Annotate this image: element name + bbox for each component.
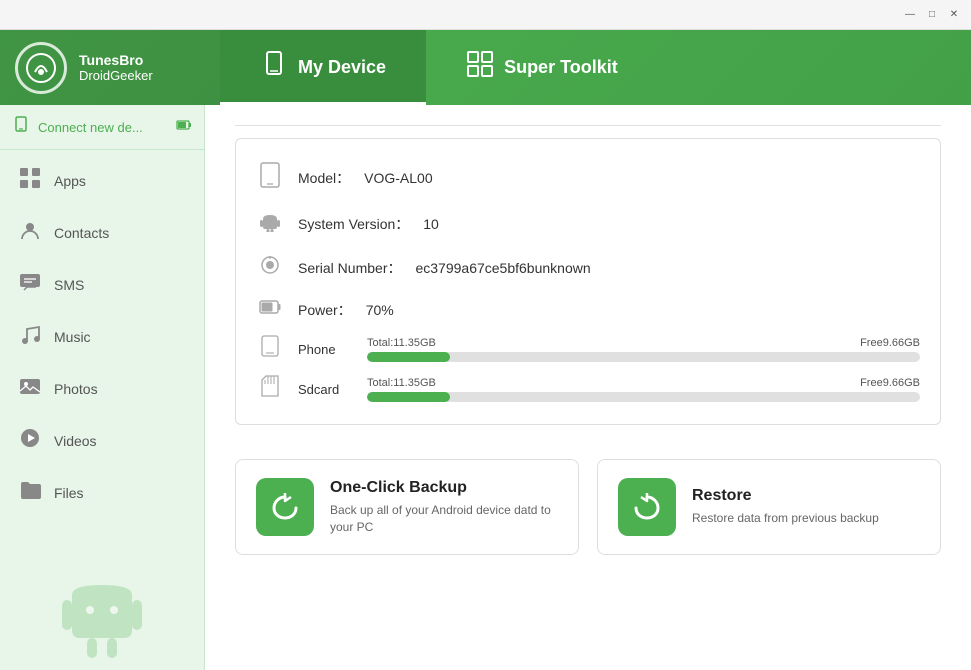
restore-desc: Restore data from previous backup bbox=[692, 510, 879, 527]
connect-label: Connect new de... bbox=[38, 120, 168, 135]
sidebar-item-music[interactable]: Music bbox=[0, 311, 204, 363]
power-label: Power： bbox=[298, 300, 352, 320]
content-area: Model： VOG-AL00 System Version： bbox=[205, 105, 971, 670]
model-row: Model： VOG-AL00 bbox=[256, 154, 920, 202]
battery-power-icon bbox=[256, 298, 284, 321]
backup-text: One-Click Backup Back up all of your And… bbox=[330, 479, 558, 536]
nav-tabs: My Device Super Toolkit bbox=[220, 30, 971, 105]
restore-icon bbox=[618, 478, 676, 536]
sdcard-meta: Total:11.35GB Free9.66GB bbox=[367, 377, 920, 389]
logo-icon bbox=[15, 42, 67, 94]
sidebar-item-photos[interactable]: Photos bbox=[0, 363, 204, 415]
photos-icon bbox=[18, 375, 42, 403]
sdcard-label: Sdcard bbox=[298, 382, 353, 397]
power-value: 70% bbox=[366, 302, 394, 318]
sdcard-total: Total:11.35GB bbox=[367, 377, 436, 389]
tab-super-toolkit[interactable]: Super Toolkit bbox=[426, 30, 658, 105]
model-value: VOG-AL00 bbox=[364, 170, 432, 186]
system-label: System Version： bbox=[298, 214, 409, 234]
super-toolkit-label: Super Toolkit bbox=[504, 57, 618, 78]
title-bar: — □ ✕ bbox=[0, 0, 971, 30]
main-layout: Connect new de... bbox=[0, 105, 971, 670]
files-label: Files bbox=[54, 485, 84, 501]
header: TunesBro DroidGeeker My Device bbox=[0, 30, 971, 105]
serial-value: ec3799a67ce5bf6bunknown bbox=[415, 260, 590, 276]
power-row: Power： 70% bbox=[256, 290, 920, 329]
photos-label: Photos bbox=[54, 381, 98, 397]
backup-title: One-Click Backup bbox=[330, 479, 558, 497]
phone-storage-bar bbox=[367, 352, 920, 362]
files-icon bbox=[18, 479, 42, 507]
sdcard-icon bbox=[256, 375, 284, 403]
contacts-label: Contacts bbox=[54, 225, 109, 241]
device-info-card: Model： VOG-AL00 System Version： bbox=[235, 138, 941, 425]
apps-icon bbox=[18, 167, 42, 195]
backup-card[interactable]: One-Click Backup Back up all of your And… bbox=[235, 459, 579, 555]
sdcard-bar-wrap: Total:11.35GB Free9.66GB bbox=[367, 377, 920, 402]
window-controls: — □ ✕ bbox=[903, 8, 961, 22]
storage-sdcard-row: Sdcard Total:11.35GB Free9.66GB bbox=[256, 369, 920, 409]
videos-label: Videos bbox=[54, 433, 97, 449]
logo-area: TunesBro DroidGeeker bbox=[0, 30, 220, 105]
battery-icon bbox=[176, 117, 192, 138]
sidebar-nav: Apps Contacts bbox=[0, 150, 204, 550]
apps-label: Apps bbox=[54, 173, 86, 189]
sdcard-bar-fill bbox=[367, 392, 450, 402]
model-label: Model： bbox=[298, 168, 350, 188]
super-toolkit-icon bbox=[466, 50, 494, 85]
phone-storage-bar-wrap: Total:11.35GB Free9.66GB bbox=[367, 337, 920, 362]
serial-label: Serial Number： bbox=[298, 258, 401, 278]
sidebar-item-apps[interactable]: Apps bbox=[0, 155, 204, 207]
videos-icon bbox=[18, 427, 42, 455]
android-icon bbox=[256, 210, 284, 238]
minimize-button[interactable]: — bbox=[903, 8, 917, 22]
sdcard-free: Free9.66GB bbox=[860, 377, 920, 389]
sdcard-storage-bar bbox=[367, 392, 920, 402]
phone-storage-icon bbox=[256, 335, 284, 363]
contacts-icon bbox=[18, 219, 42, 247]
top-divider bbox=[235, 125, 941, 126]
tab-my-device[interactable]: My Device bbox=[220, 30, 426, 105]
backup-desc: Back up all of your Android device datd … bbox=[330, 502, 558, 536]
storage-phone-row: Phone Total:11.35GB Free9.66GB bbox=[256, 329, 920, 369]
my-device-label: My Device bbox=[298, 57, 386, 78]
restore-text: Restore Restore data from previous backu… bbox=[692, 487, 879, 527]
sidebar: Connect new de... bbox=[0, 105, 205, 670]
brand-name: TunesBro bbox=[79, 52, 153, 68]
bottom-buttons: One-Click Backup Back up all of your And… bbox=[235, 459, 941, 555]
phone-bar-fill bbox=[367, 352, 450, 362]
serial-icon bbox=[256, 254, 284, 282]
system-value: 10 bbox=[423, 216, 439, 232]
phone-icon bbox=[256, 162, 284, 194]
sidebar-item-contacts[interactable]: Contacts bbox=[0, 207, 204, 259]
android-logo-area bbox=[0, 550, 204, 670]
logo-text: TunesBro DroidGeeker bbox=[79, 52, 153, 83]
restore-title: Restore bbox=[692, 487, 879, 505]
sms-label: SMS bbox=[54, 277, 84, 293]
sms-icon bbox=[18, 271, 42, 299]
sub-brand: DroidGeeker bbox=[79, 68, 153, 83]
phone-storage-meta: Total:11.35GB Free9.66GB bbox=[367, 337, 920, 349]
phone-free: Free9.66GB bbox=[860, 337, 920, 349]
restore-card[interactable]: Restore Restore data from previous backu… bbox=[597, 459, 941, 555]
my-device-icon bbox=[260, 50, 288, 85]
sidebar-item-sms[interactable]: SMS bbox=[0, 259, 204, 311]
sidebar-item-videos[interactable]: Videos bbox=[0, 415, 204, 467]
phone-storage-label: Phone bbox=[298, 342, 353, 357]
music-label: Music bbox=[54, 329, 91, 345]
connect-bar[interactable]: Connect new de... bbox=[0, 105, 204, 150]
system-row: System Version： 10 bbox=[256, 202, 920, 246]
phone-total: Total:11.35GB bbox=[367, 337, 436, 349]
serial-row: Serial Number： ec3799a67ce5bf6bunknown bbox=[256, 246, 920, 290]
backup-icon bbox=[256, 478, 314, 536]
music-icon bbox=[18, 323, 42, 351]
sidebar-item-files[interactable]: Files bbox=[0, 467, 204, 519]
close-button[interactable]: ✕ bbox=[947, 8, 961, 22]
maximize-button[interactable]: □ bbox=[925, 8, 939, 22]
connect-device-icon bbox=[12, 116, 30, 139]
